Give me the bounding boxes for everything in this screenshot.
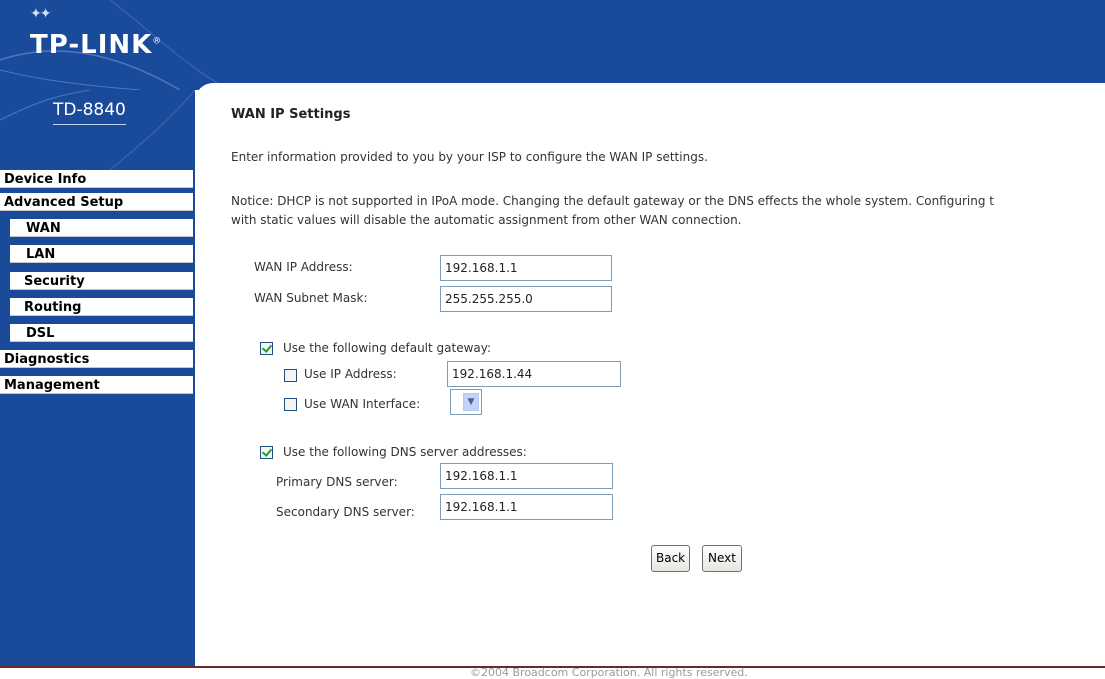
logo-dots-icon: ✦✦ <box>30 6 52 22</box>
use-wan-interface-label: Use WAN Interface: <box>304 397 421 411</box>
page-title: WAN IP Settings <box>231 107 351 122</box>
dns-label: Use the following DNS server addresses: <box>283 445 527 459</box>
menu-security[interactable]: Security <box>10 272 193 290</box>
wan-ip-input[interactable]: 192.168.1.1 <box>440 255 612 281</box>
header-swoosh <box>0 0 231 90</box>
notice-text-line2: with static values will disable the auto… <box>231 213 742 227</box>
menu-lan[interactable]: LAN <box>10 245 193 263</box>
primary-dns-input[interactable]: 192.168.1.1 <box>440 463 613 489</box>
menu-diagnostics[interactable]: Diagnostics <box>0 350 193 368</box>
menu-routing[interactable]: Routing <box>10 298 193 316</box>
chevron-down-icon[interactable]: ▼ <box>463 393 479 411</box>
footer-copyright: ©2004 Broadcom Corporation. All rights r… <box>470 666 748 679</box>
menu-management[interactable]: Management <box>0 376 193 394</box>
secondary-dns-label: Secondary DNS server: <box>276 505 415 519</box>
secondary-dns-input[interactable]: 192.168.1.1 <box>440 494 613 520</box>
wan-mask-input[interactable]: 255.255.255.0 <box>440 286 612 312</box>
gateway-ip-input[interactable]: 192.168.1.44 <box>447 361 621 387</box>
menu-device-info[interactable]: Device Info <box>0 170 193 188</box>
tp-link-logo: TP-LINK® <box>30 30 163 60</box>
intro-text: Enter information provided to you by you… <box>231 150 708 164</box>
dns-checkbox[interactable] <box>260 446 273 459</box>
header-banner: ✦✦ TP-LINK® <box>0 0 1105 90</box>
notice-text-line1: Notice: DHCP is not supported in IPoA mo… <box>231 194 994 208</box>
wan-ip-label: WAN IP Address: <box>254 260 353 274</box>
use-ip-address-checkbox[interactable] <box>284 369 297 382</box>
wan-mask-label: WAN Subnet Mask: <box>254 291 368 305</box>
next-button[interactable]: Next <box>702 545 742 572</box>
default-gateway-checkbox[interactable] <box>260 342 273 355</box>
wan-interface-select[interactable]: ▼ <box>450 389 482 415</box>
menu-dsl[interactable]: DSL <box>10 324 193 342</box>
model-name: TD-8840 <box>53 100 126 125</box>
menu-advanced-setup[interactable]: Advanced Setup <box>0 193 193 211</box>
back-button[interactable]: Back <box>651 545 690 572</box>
use-ip-address-label: Use IP Address: <box>304 367 397 381</box>
use-wan-interface-checkbox[interactable] <box>284 398 297 411</box>
primary-dns-label: Primary DNS server: <box>276 475 398 489</box>
menu-wan[interactable]: WAN <box>10 219 193 237</box>
default-gateway-label: Use the following default gateway: <box>283 341 492 355</box>
